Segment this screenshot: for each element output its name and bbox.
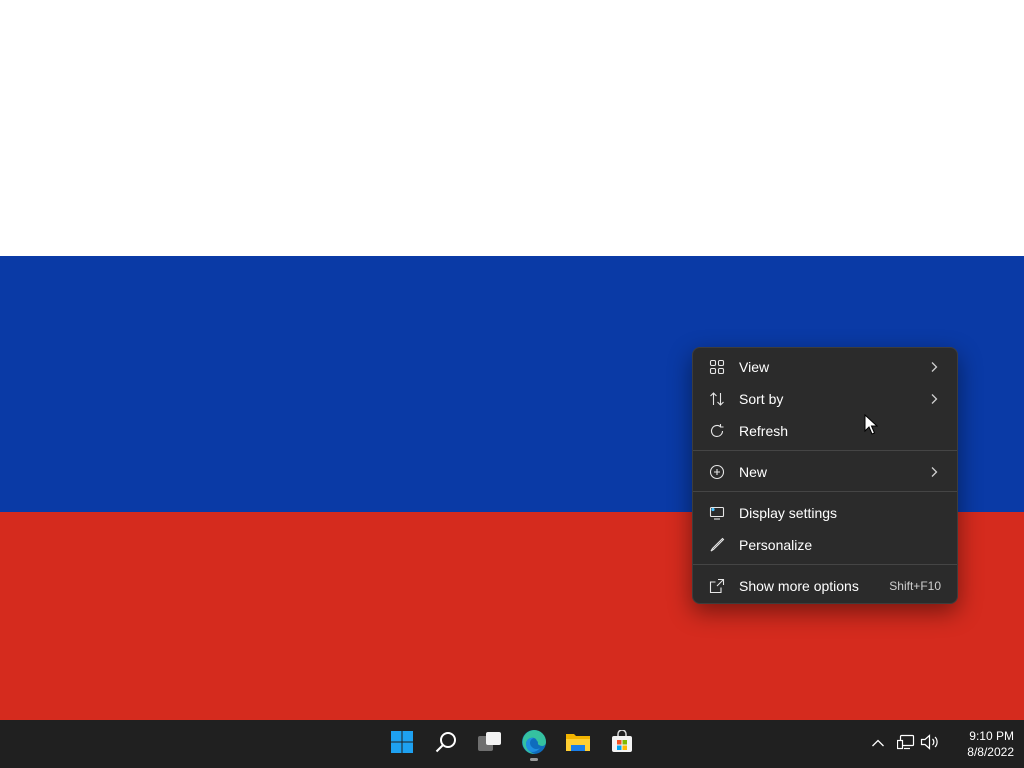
menu-item-new[interactable]: New [697,457,953,487]
menu-separator [693,564,957,565]
windows-start-icon [390,730,414,759]
chevron-right-icon [929,361,939,373]
open-external-icon [709,578,725,594]
shortcut-hint: Shift+F10 [889,579,941,593]
pen-brush-icon [709,537,725,553]
volume-icon [920,733,940,755]
folder-icon [565,731,591,758]
clock-date-button[interactable]: 9:10 PM 8/8/2022 [946,728,1014,760]
menu-item-sort-by-label: Sort by [739,391,784,407]
taskbar: 9:10 PM 8/8/2022 [0,720,1024,768]
menu-item-refresh[interactable]: Refresh [697,416,953,446]
edge-browser-icon [521,729,547,760]
menu-item-show-more-options[interactable]: Show more options Shift+F10 [697,571,953,601]
desktop-context-menu: View Sort by Refresh New Display setting… [692,347,958,604]
menu-item-view[interactable]: View [697,352,953,382]
network-button[interactable] [896,734,916,754]
clock-date: 8/8/2022 [967,745,1014,759]
menu-item-personalize-label: Personalize [739,537,813,553]
search-button[interactable] [430,728,462,760]
network-icon [896,734,915,755]
running-indicator [530,758,538,761]
menu-item-show-more-options-label: Show more options [739,578,859,594]
show-hidden-icons-button[interactable] [868,734,888,754]
edge-taskbar-button[interactable] [518,728,550,761]
menu-item-display-settings[interactable]: Display settings [697,498,953,528]
file-explorer-button[interactable] [562,728,594,760]
display-settings-icon [709,505,725,521]
store-icon [610,728,634,759]
store-button[interactable] [606,728,638,760]
menu-item-personalize[interactable]: Personalize [697,530,953,560]
task-view-icon [477,730,503,759]
refresh-icon [709,423,725,439]
menu-item-refresh-label: Refresh [739,423,789,439]
volume-button[interactable] [920,733,940,755]
menu-separator [693,491,957,492]
sort-arrows-icon [709,391,725,407]
start-button[interactable] [386,728,418,760]
search-icon [434,730,458,759]
menu-item-display-settings-label: Display settings [739,505,838,521]
plus-circle-icon [709,464,725,480]
menu-item-sort-by[interactable]: Sort by [697,384,953,414]
chevron-up-icon [871,735,885,753]
task-view-button[interactable] [474,728,506,760]
menu-item-view-label: View [739,359,770,375]
grid-view-icon [709,359,725,375]
chevron-right-icon [929,466,939,478]
menu-item-new-label: New [739,464,768,480]
clock-time: 9:10 PM [969,729,1014,743]
mouse-cursor-icon [864,413,879,436]
menu-separator [693,450,957,451]
chevron-right-icon [929,393,939,405]
wallpaper-white-band [0,0,1024,256]
